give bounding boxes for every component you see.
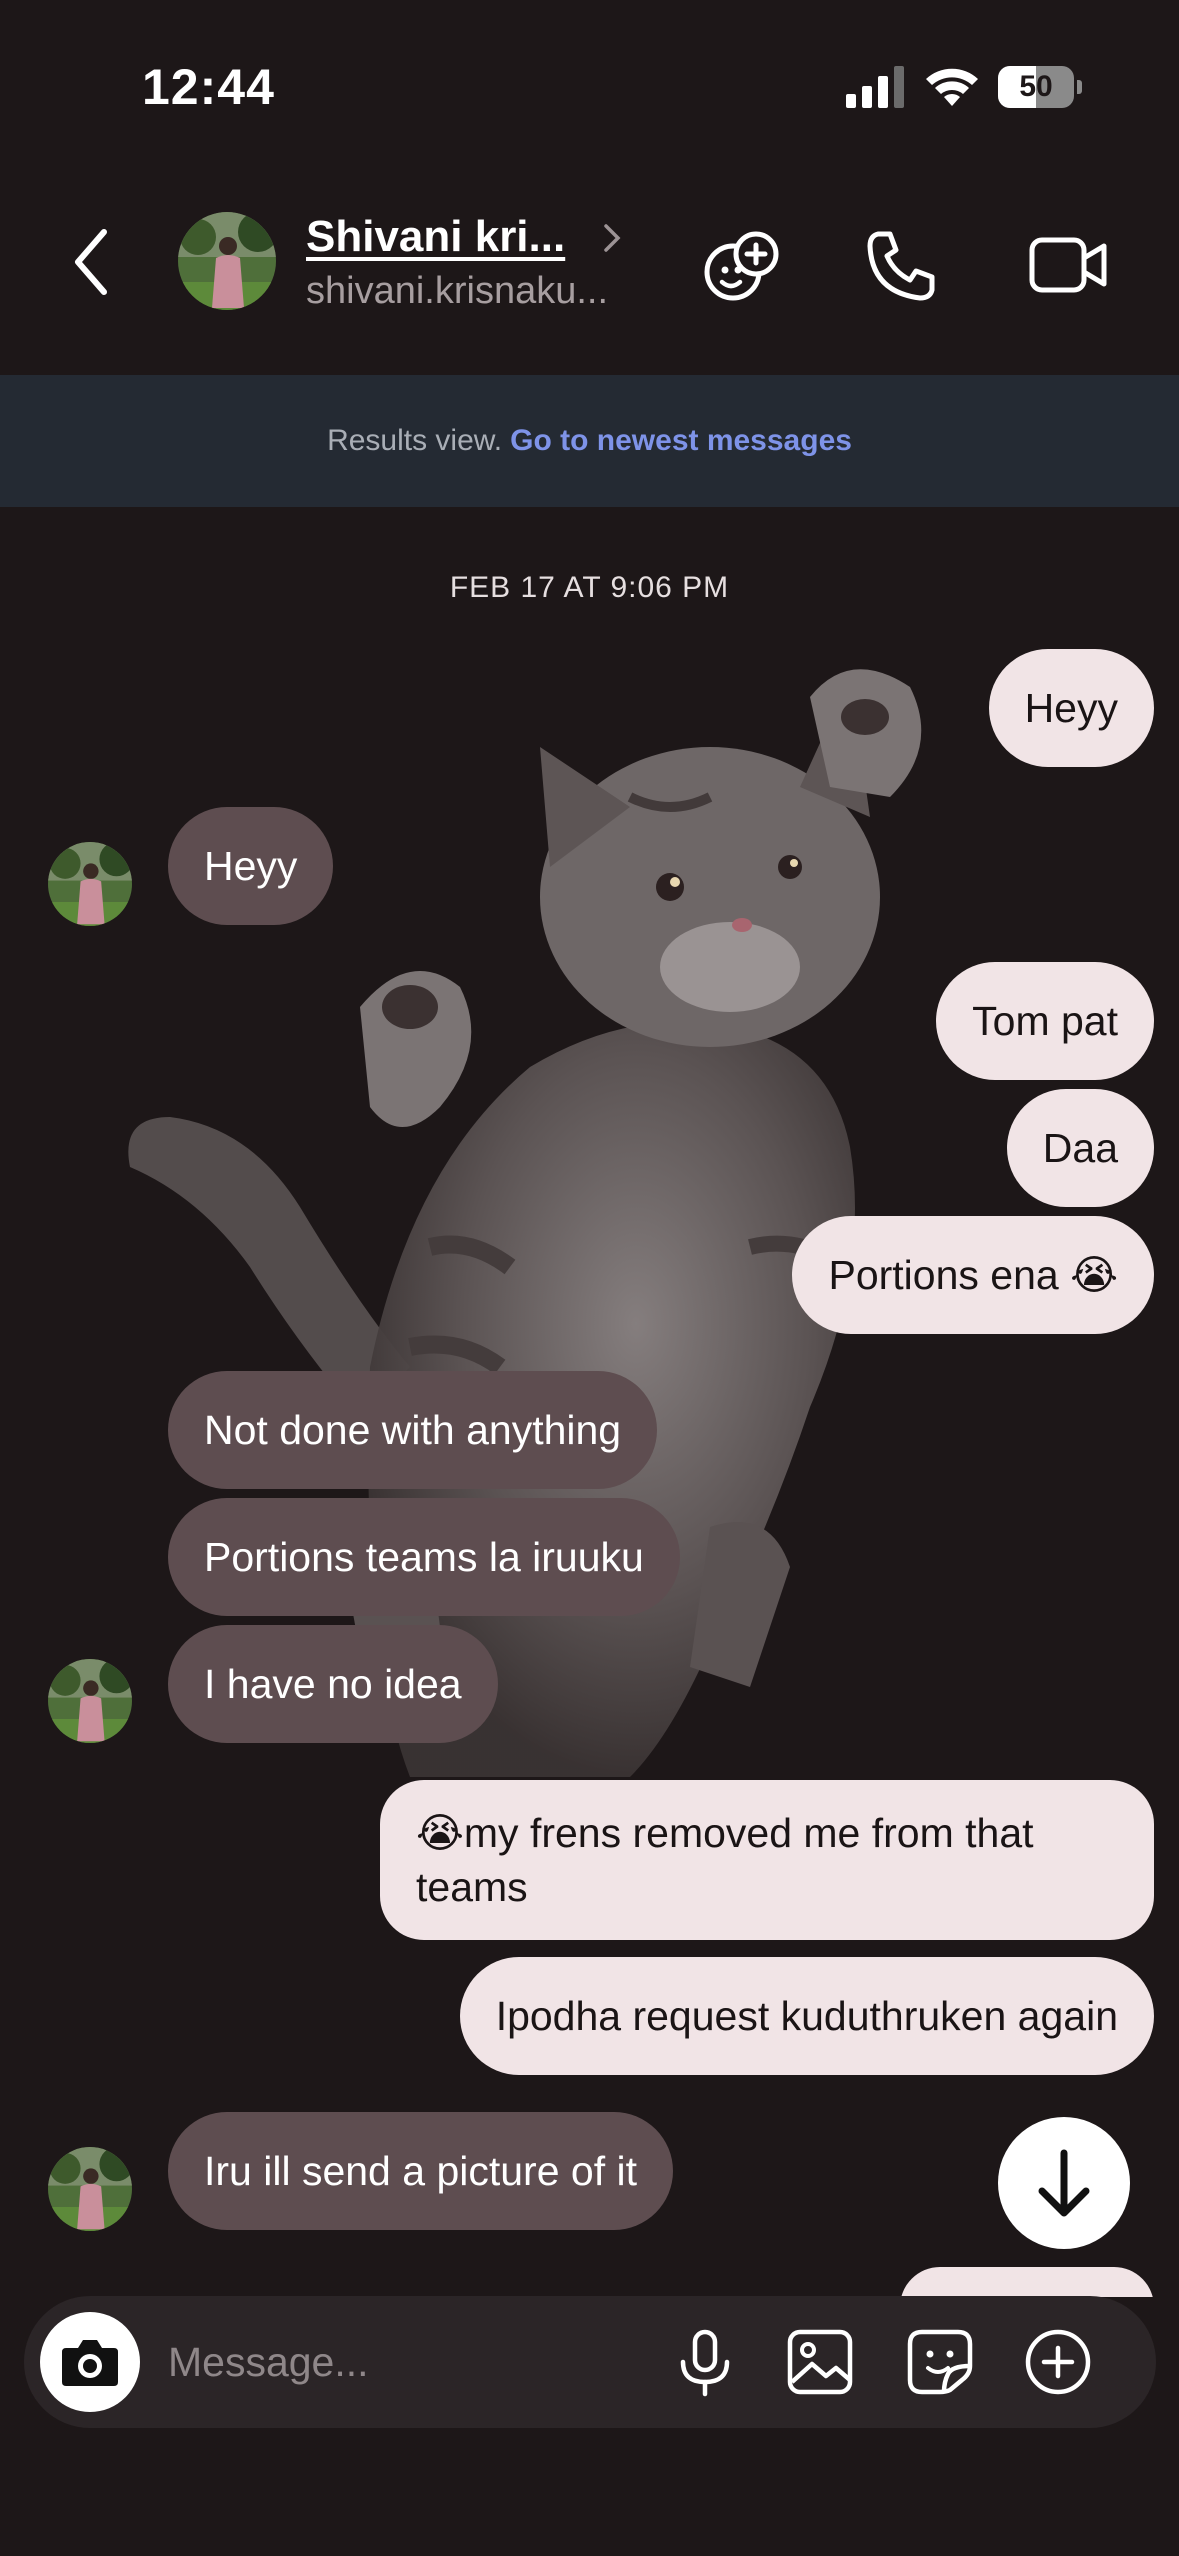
outgoing-message[interactable]: Ipodha request kuduthruken again xyxy=(459,1957,1154,2075)
contact-name[interactable]: Shivani kri... xyxy=(306,212,565,262)
results-view-banner: Results view. Go to newest messages xyxy=(0,375,1179,507)
status-bar: 12:44 50 xyxy=(0,0,1179,170)
message-input[interactable] xyxy=(168,2326,648,2398)
outgoing-message[interactable]: Tom pat xyxy=(936,962,1154,1080)
incoming-message[interactable]: Not done with anything xyxy=(168,1371,658,1489)
outgoing-message[interactable]: Daa xyxy=(1006,1089,1154,1207)
wifi-icon xyxy=(926,68,978,106)
chevron-right-icon[interactable] xyxy=(600,218,624,258)
go-to-newest-link[interactable]: Go to newest messages xyxy=(510,424,852,457)
phone-icon[interactable] xyxy=(862,224,944,306)
camera-icon xyxy=(62,2340,118,2386)
message-timestamp: FEB 17 AT 9:06 PM xyxy=(449,571,730,604)
chat-thread[interactable]: FEB 17 AT 9:06 PM Heyy Heyy Tom pat Daa … xyxy=(0,507,1179,2297)
incoming-message[interactable]: Heyy xyxy=(168,807,334,925)
battery-indicator: 50 xyxy=(998,66,1082,108)
sender-avatar[interactable] xyxy=(48,842,132,926)
outgoing-message[interactable]: Portions ena 😭 xyxy=(792,1216,1154,1334)
sender-avatar[interactable] xyxy=(48,1659,132,1743)
incoming-message[interactable]: Portions teams la iruuku xyxy=(168,1498,680,1616)
back-chevron-icon[interactable] xyxy=(68,222,118,302)
outgoing-message-partial[interactable] xyxy=(900,2267,1154,2297)
battery-percent: 50 xyxy=(1019,70,1053,103)
contact-handle[interactable]: shivani.krisnaku... xyxy=(306,270,608,313)
chat-header: Shivani kri... shivani.krisnaku... xyxy=(0,170,1179,375)
plus-icon[interactable] xyxy=(1022,2326,1094,2398)
sender-avatar[interactable] xyxy=(48,2147,132,2231)
scroll-to-bottom-button[interactable] xyxy=(998,2117,1130,2249)
incoming-message[interactable]: I have no idea xyxy=(168,1625,498,1743)
effects-icon[interactable] xyxy=(700,224,782,306)
microphone-icon[interactable] xyxy=(669,2326,741,2398)
camera-button[interactable] xyxy=(40,2312,140,2412)
outgoing-message[interactable]: Heyy xyxy=(988,649,1154,767)
results-view-label: Results view. xyxy=(327,424,503,457)
contact-avatar[interactable] xyxy=(178,212,276,310)
video-camera-icon[interactable] xyxy=(1028,224,1110,306)
gallery-icon[interactable] xyxy=(784,2326,856,2398)
arrow-down-icon xyxy=(1038,2149,1090,2217)
outgoing-message[interactable]: 😭my frens removed me from that teams xyxy=(380,1780,1154,1940)
message-composer xyxy=(24,2296,1156,2428)
sticker-icon[interactable] xyxy=(904,2326,976,2398)
incoming-message[interactable]: Iru ill send a picture of it xyxy=(168,2112,673,2230)
status-time: 12:44 xyxy=(142,59,275,115)
cellular-signal-icon xyxy=(846,66,904,108)
